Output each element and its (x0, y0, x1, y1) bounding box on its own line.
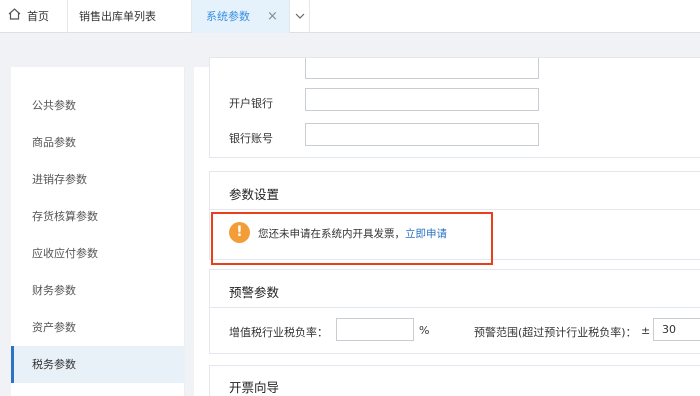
bank-name-input[interactable] (305, 88, 539, 111)
vat-rate-input[interactable] (336, 318, 414, 341)
sidebar-item-label: 财务参数 (32, 284, 76, 297)
invoice-guide-section: 开票向导 (209, 365, 700, 396)
sidebar-item-assets[interactable]: 资产参数 (11, 309, 185, 346)
settings-sidebar: 公共参数 商品参数 进销存参数 存货核算参数 应收应付参数 财务参数 资产参数 … (11, 67, 185, 396)
home-icon (8, 0, 21, 33)
sidebar-item-inventory[interactable]: 进销存参数 (11, 161, 185, 198)
highlight-box (211, 212, 493, 265)
bank-name-label: 开户银行 (229, 97, 273, 110)
tab-system-parameters-label: 系统参数 (206, 10, 250, 23)
sidebar-item-tax[interactable]: 税务参数 (11, 346, 185, 383)
sidebar-item-label: 税务参数 (32, 358, 76, 371)
sidebar-item-label: 资产参数 (32, 321, 76, 334)
bank-account-input[interactable] (305, 123, 539, 146)
warning-parameters-title: 预警参数 (229, 285, 280, 300)
close-icon[interactable]: × (267, 0, 278, 33)
percent-unit: % (419, 324, 430, 337)
sidebar-item-stock-accounting[interactable]: 存货核算参数 (11, 198, 185, 235)
plus-minus-sign: ± (641, 324, 651, 337)
tab-home-label: 首页 (27, 10, 49, 23)
sidebar-item-label: 进销存参数 (32, 173, 87, 186)
sidebar-item-label: 商品参数 (32, 136, 76, 149)
sidebar-item-goods[interactable]: 商品参数 (11, 124, 185, 161)
divider (210, 307, 700, 308)
warning-range-input[interactable]: 30 (653, 318, 700, 341)
warning-parameters-section: 预警参数 增值税行业税负率： % 预警范围(超过预计行业税负率)： ± 30 (209, 269, 700, 354)
sidebar-item-finance[interactable]: 财务参数 (11, 272, 185, 309)
bank-info-section: 开户银行 银行账号 (209, 57, 700, 158)
sidebar-item-label: 公共参数 (32, 99, 76, 112)
tab-home[interactable]: 首页 (0, 0, 68, 33)
tab-sales-outbound-list-label: 销售出库单列表 (79, 10, 156, 23)
prev-field-input[interactable] (305, 58, 539, 79)
sidebar-item-receivable-payable[interactable]: 应收应付参数 (11, 235, 185, 272)
warning-range-label: 预警范围(超过预计行业税负率)： (474, 326, 637, 339)
sidebar-item-label: 应收应付参数 (32, 247, 98, 260)
tab-system-parameters[interactable]: 系统参数 × (192, 0, 290, 33)
tab-sales-outbound-list[interactable]: 销售出库单列表 (68, 0, 192, 33)
invoice-guide-title: 开票向导 (229, 380, 280, 395)
tab-bar: 首页 销售出库单列表 系统参数 × (0, 0, 700, 33)
vat-rate-label: 增值税行业税负率： (229, 326, 328, 339)
bank-account-label: 银行账号 (229, 132, 273, 145)
parameter-settings-title: 参数设置 (229, 187, 280, 202)
tab-more-button[interactable] (290, 0, 310, 33)
chevron-down-icon (295, 13, 305, 19)
sidebar-item-label: 存货核算参数 (32, 210, 98, 223)
sidebar-item-common[interactable]: 公共参数 (11, 87, 185, 124)
divider (210, 209, 700, 210)
